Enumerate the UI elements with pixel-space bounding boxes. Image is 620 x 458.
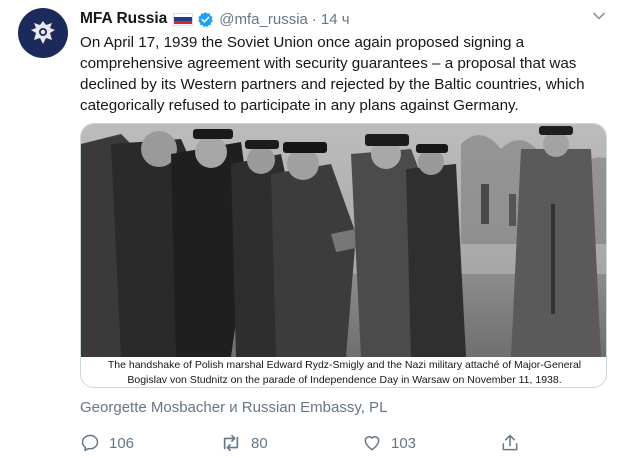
author-name[interactable]: MFA Russia [80,10,167,28]
share-button[interactable] [500,433,520,453]
avatar[interactable] [18,8,68,58]
like-count: 103 [391,434,417,452]
caption-line: The handshake of Polish marshal Edward R… [107,359,582,371]
liked-by-text[interactable]: Georgette Mosbacher и Russian Embassy, P… [80,399,387,416]
retweet-button[interactable]: 80 [220,433,268,453]
like-button[interactable]: 103 [362,433,416,453]
tweet-text-line: comprehensive agreement with security gu… [80,55,577,72]
tweet-photo[interactable] [81,124,607,357]
retweet-count: 80 [251,434,268,452]
heart-icon [364,436,380,451]
tweet-text-line: categorically refused to participate in … [80,97,519,114]
media-card[interactable]: The handshake of Polish marshal Edward R… [80,123,607,388]
tweet-actions: 106 80 103 [80,433,580,457]
russia-flag-icon [173,12,194,26]
chevron-down-icon [593,12,605,20]
tweet-timestamp[interactable]: 14 ч [321,11,350,28]
reply-icon [81,434,99,452]
reply-count: 106 [109,434,135,452]
share-icon [502,434,518,451]
separator-dot: · [311,10,317,28]
verified-badge-icon [197,11,214,28]
coat-of-arms-icon [31,21,55,44]
tweet-text-line: On April 17, 1939 the Soviet Union once … [80,34,525,51]
retweet-icon [223,434,239,452]
tweet-text: On April 17, 1939 the Soviet Union once … [80,32,610,116]
reply-button[interactable]: 106 [80,433,134,453]
caption-line: Bogislav von Studnitz on the parade of I… [127,374,562,386]
image-caption: The handshake of Polish marshal Edward R… [81,357,606,387]
tweet-header: MFA Russia @mfa_russia · 14 ч [80,9,350,29]
more-menu-button[interactable] [592,9,606,28]
tweet-text-line: declined by its Western partners and rej… [80,76,585,93]
author-handle[interactable]: @mfa_russia [219,11,308,28]
